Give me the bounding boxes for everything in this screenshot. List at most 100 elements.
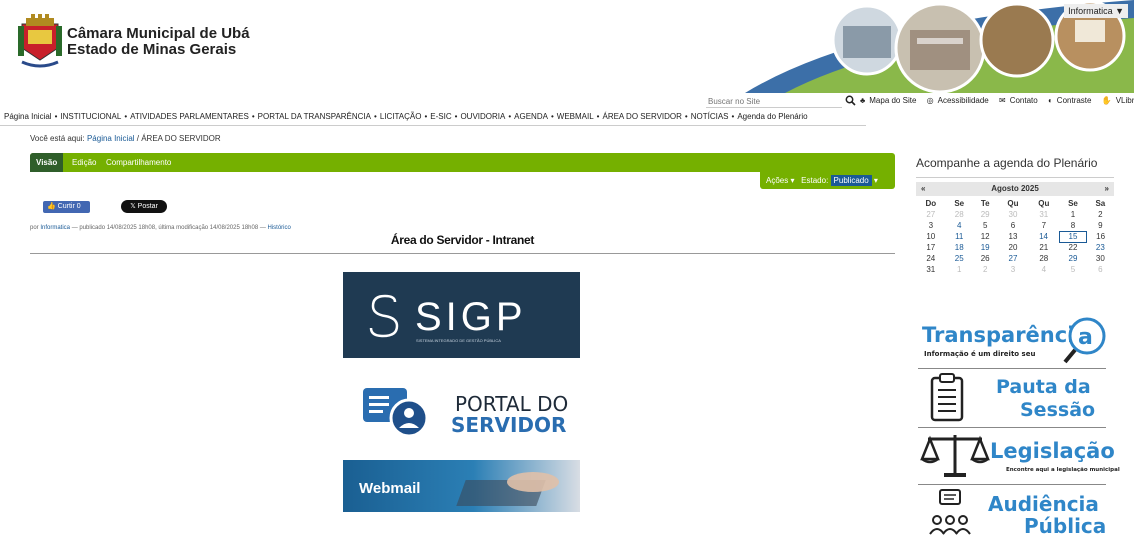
vlibras-link[interactable]: ✋VLibras bbox=[1102, 96, 1134, 105]
nav-item-home[interactable]: Página Inicial bbox=[4, 112, 52, 121]
calendar-week-row: 27 28 29 30 31 1 2 bbox=[916, 209, 1114, 220]
x-post-button[interactable]: 𝕏 Postar bbox=[121, 200, 167, 213]
like-label: Curtir 0 bbox=[57, 203, 81, 210]
calendar-day[interactable]: 19 bbox=[973, 242, 998, 253]
calendar-next-button[interactable]: » bbox=[1105, 184, 1109, 193]
calendar-day[interactable]: 25 bbox=[946, 253, 973, 264]
nav-separator: • bbox=[550, 112, 554, 121]
calendar-day[interactable]: 27 bbox=[998, 253, 1029, 264]
calendar-day: 16 bbox=[1096, 232, 1106, 241]
calendar-day: 28 bbox=[954, 210, 964, 219]
calendar-grid: Do Se Te Qu Qu Se Sa 27 28 29 30 31 1 2 3 4 5 6 7 8 9… bbox=[916, 198, 1114, 275]
webmail-banner-link[interactable]: Webmail bbox=[343, 460, 580, 512]
audiencia-publica-banner-link[interactable]: Audiência Pública bbox=[918, 486, 1116, 541]
contact-link[interactable]: ✉ Contato bbox=[999, 96, 1042, 105]
promo-divider bbox=[918, 484, 1106, 485]
weekday-label: Se bbox=[1068, 199, 1078, 208]
sigp-banner-link[interactable]: SIGP SISTEMA INTEGRADO DE GESTÃO PÚBLICA bbox=[343, 272, 580, 358]
nav-item-institucional[interactable]: INSTITUCIONAL bbox=[60, 112, 121, 121]
nav-item-agenda-plenario[interactable]: Agenda do Plenário bbox=[737, 112, 807, 121]
calendar-day: 31 bbox=[1039, 210, 1049, 219]
calendar-day[interactable]: 11 bbox=[946, 231, 973, 242]
title-divider bbox=[30, 253, 895, 254]
calendar-day[interactable]: 4 bbox=[946, 220, 973, 231]
calendar-day[interactable]: 18 bbox=[946, 242, 973, 253]
calendar-week-row: 17 18 19 20 21 22 23 bbox=[916, 242, 1114, 253]
calendar-day[interactable]: 15 bbox=[1058, 230, 1088, 243]
sitemap-icon: ♣ bbox=[860, 96, 866, 105]
history-link[interactable]: Histórico bbox=[268, 225, 291, 231]
nav-separator: • bbox=[454, 112, 458, 121]
nav-item-transparencia[interactable]: PORTAL DA TRANSPARÊNCIA bbox=[258, 112, 371, 121]
calendar-day: 29 bbox=[980, 210, 990, 219]
weekday-label: Te bbox=[980, 199, 990, 208]
tab-edicao[interactable]: Edição bbox=[66, 153, 102, 172]
breadcrumb-home-link[interactable]: Página Inicial bbox=[87, 134, 135, 143]
site-header: Câmara Municipal de Ubá Estado de Minas … bbox=[0, 0, 1134, 93]
calendar-day[interactable]: 29 bbox=[1059, 253, 1087, 264]
accessibility-icon: ◎ bbox=[926, 96, 934, 105]
nav-item-agenda[interactable]: AGENDA bbox=[514, 112, 548, 121]
nav-item-noticias[interactable]: NOTÍCIAS bbox=[691, 112, 729, 121]
calendar-day: 4 bbox=[1041, 265, 1047, 274]
search-icon[interactable] bbox=[845, 95, 856, 106]
weekday-label: Sa bbox=[1095, 199, 1106, 208]
accessibility-link[interactable]: ◎ Acessibilidade bbox=[927, 96, 993, 105]
facebook-like-button[interactable]: 👍 Curtir 0 bbox=[43, 201, 90, 213]
calendar-prev-button[interactable]: « bbox=[921, 184, 925, 193]
transparencia-banner-link[interactable]: Transparênci a Informação é um direito s… bbox=[918, 312, 1116, 366]
pauta-line1: Pauta da bbox=[996, 376, 1091, 398]
calendar-day: 30 bbox=[1008, 210, 1018, 219]
content-edit-bar: Visão Edição Compartilhamento bbox=[30, 153, 895, 172]
weekday-row: Do Se Te Qu Qu Se Sa bbox=[916, 198, 1114, 209]
contrast-link[interactable]: ◐ Contraste bbox=[1048, 96, 1096, 105]
utility-bar: ♣Mapa do Site ◎Acessibilidade ✉Contato ◐… bbox=[0, 93, 1134, 109]
author-link[interactable]: Informatica bbox=[40, 225, 70, 231]
calendar-day: 24 bbox=[926, 254, 936, 263]
x-logo-icon: 𝕏 bbox=[130, 203, 136, 210]
nav-item-licitacao[interactable]: LICITAÇÃO bbox=[380, 112, 422, 121]
calendar-day: 1 bbox=[957, 265, 962, 274]
sigp-logo: SIGP SISTEMA INTEGRADO DE GESTÃO PÚBLICA bbox=[343, 272, 580, 358]
transparencia-letter: a bbox=[1078, 325, 1093, 350]
tab-compartilhamento[interactable]: Compartilhamento bbox=[100, 153, 177, 172]
nav-item-webmail[interactable]: WEBMAIL bbox=[557, 112, 594, 121]
webmail-label: Webmail bbox=[359, 480, 420, 497]
agenda-calendar: Agosto 2025 « » Do Se Te Qu Qu Se Sa 27 2… bbox=[916, 182, 1114, 275]
promo-divider bbox=[918, 368, 1106, 369]
state-label: Estado: bbox=[801, 176, 829, 185]
post-label: Postar bbox=[137, 203, 158, 210]
nav-item-ouvidoria[interactable]: OUVIDORIA bbox=[460, 112, 505, 121]
site-name-line2: Estado de Minas Gerais bbox=[67, 41, 237, 58]
tab-visao[interactable]: Visão bbox=[30, 153, 64, 172]
webmail-banner-image: Webmail bbox=[343, 460, 580, 512]
sigp-title: SIGP bbox=[415, 295, 527, 339]
portal-servidor-banner-link[interactable]: PORTAL DO SERVIDOR bbox=[343, 366, 580, 452]
search-input[interactable] bbox=[706, 95, 842, 108]
calendar-day: 2 bbox=[1098, 210, 1103, 219]
nav-item-area-servidor[interactable]: ÁREA DO SERVIDOR bbox=[602, 112, 681, 121]
nav-item-atividades[interactable]: ATIVIDADES PARLAMENTARES bbox=[130, 112, 249, 121]
user-menu[interactable]: Informatica ▼ bbox=[1064, 4, 1128, 18]
city-seal-logo[interactable] bbox=[18, 14, 62, 72]
actions-menu[interactable]: Ações ▾ bbox=[766, 176, 794, 185]
portal-title-line2: SERVIDOR bbox=[451, 413, 566, 437]
sitemap-link[interactable]: ♣ Mapa do Site bbox=[860, 96, 920, 105]
nav-separator: • bbox=[596, 112, 600, 121]
pauta-sessao-banner-link[interactable]: Pauta da Sessão bbox=[918, 370, 1116, 426]
legislacao-title: Legislação bbox=[990, 439, 1115, 463]
weekday-label: Do bbox=[925, 199, 937, 208]
page-title: Área do Servidor - Intranet bbox=[390, 233, 535, 247]
legislacao-banner-link[interactable]: Legislação Encontre aqui a legislação mu… bbox=[918, 429, 1120, 482]
site-name-line1: Câmara Municipal de Ubá bbox=[67, 25, 250, 42]
site-name[interactable]: Câmara Municipal de Ubá Estado de Minas … bbox=[67, 26, 250, 58]
portal-servidor-logo: PORTAL DO SERVIDOR bbox=[343, 366, 580, 452]
calendar-day: 1 bbox=[1070, 210, 1076, 219]
calendar-day[interactable]: 14 bbox=[1028, 231, 1059, 242]
calendar-day: 27 bbox=[926, 210, 936, 219]
sigp-subtitle: SISTEMA INTEGRADO DE GESTÃO PÚBLICA bbox=[416, 338, 501, 343]
calendar-day[interactable]: 23 bbox=[1087, 242, 1114, 253]
nav-item-esic[interactable]: E-SIC bbox=[430, 112, 451, 121]
calendar-days: 27 28 29 30 31 1 2 3 4 5 6 7 8 9 10 11 12 13 14 15 16 17 18 19 2… bbox=[916, 209, 1114, 275]
state-menu[interactable]: Publicado bbox=[830, 175, 872, 186]
